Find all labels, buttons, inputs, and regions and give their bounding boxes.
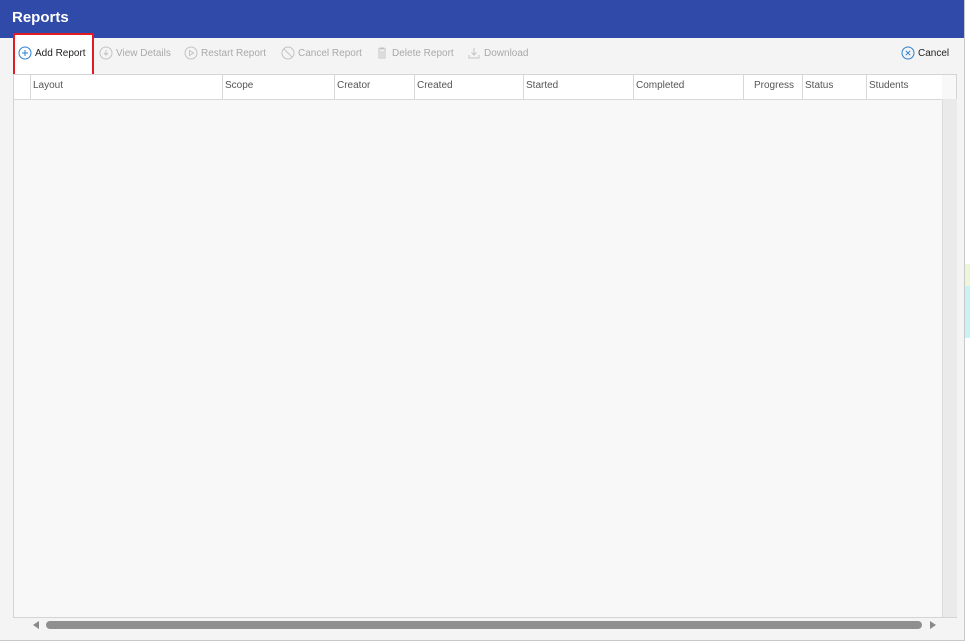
add-report-label: Add Report [35, 47, 86, 59]
download-label: Download [484, 47, 529, 59]
close-circle-icon [901, 46, 915, 60]
grid-header: Layout Scope Creator Created Started Com… [14, 75, 942, 100]
column-header-completed[interactable]: Completed [633, 75, 743, 99]
dialog-title: Reports [12, 9, 69, 26]
reports-grid: Layout Scope Creator Created Started Com… [13, 74, 957, 618]
cancel-button[interactable]: Cancel [901, 44, 949, 62]
restart-report-button[interactable]: Restart Report [184, 44, 266, 62]
horizontal-scrollbar[interactable] [30, 618, 940, 632]
download-icon [468, 48, 480, 59]
column-header-selector [14, 75, 30, 99]
toolbar: Add Report View Details Restart Report C… [0, 38, 964, 68]
cancel-report-button[interactable]: Cancel Report [281, 44, 362, 62]
trash-icon [378, 47, 386, 59]
column-header-scope[interactable]: Scope [222, 75, 334, 99]
delete-report-label: Delete Report [392, 47, 454, 59]
delete-report-button[interactable]: Delete Report [375, 44, 454, 62]
column-header-started[interactable]: Started [523, 75, 633, 99]
column-header-created[interactable]: Created [414, 75, 523, 99]
play-circle-icon [184, 46, 198, 60]
cancel-label: Cancel [918, 47, 950, 59]
scroll-left-arrow-icon[interactable] [33, 621, 39, 629]
prohibited-icon [281, 46, 295, 60]
restart-report-label: Restart Report [201, 47, 267, 59]
horizontal-scroll-thumb[interactable] [46, 621, 922, 629]
reports-dialog: Reports Add Report View Details Restart … [0, 0, 965, 641]
scroll-right-arrow-icon[interactable] [930, 621, 936, 629]
vertical-scrollbar[interactable] [942, 99, 957, 617]
column-header-students[interactable]: Students [866, 75, 942, 99]
view-details-label: View Details [116, 47, 171, 59]
title-bar: Reports [0, 0, 964, 38]
column-header-status[interactable]: Status [802, 75, 866, 99]
add-report-button[interactable]: Add Report [18, 44, 86, 62]
download-circle-icon [99, 46, 113, 60]
cancel-report-label: Cancel Report [298, 47, 362, 59]
download-button[interactable]: Download [467, 44, 528, 62]
view-details-button[interactable]: View Details [99, 44, 171, 62]
column-header-progress[interactable]: Progress [743, 75, 802, 99]
column-header-creator[interactable]: Creator [334, 75, 414, 99]
column-header-layout[interactable]: Layout [30, 75, 222, 99]
plus-circle-icon [18, 46, 32, 60]
